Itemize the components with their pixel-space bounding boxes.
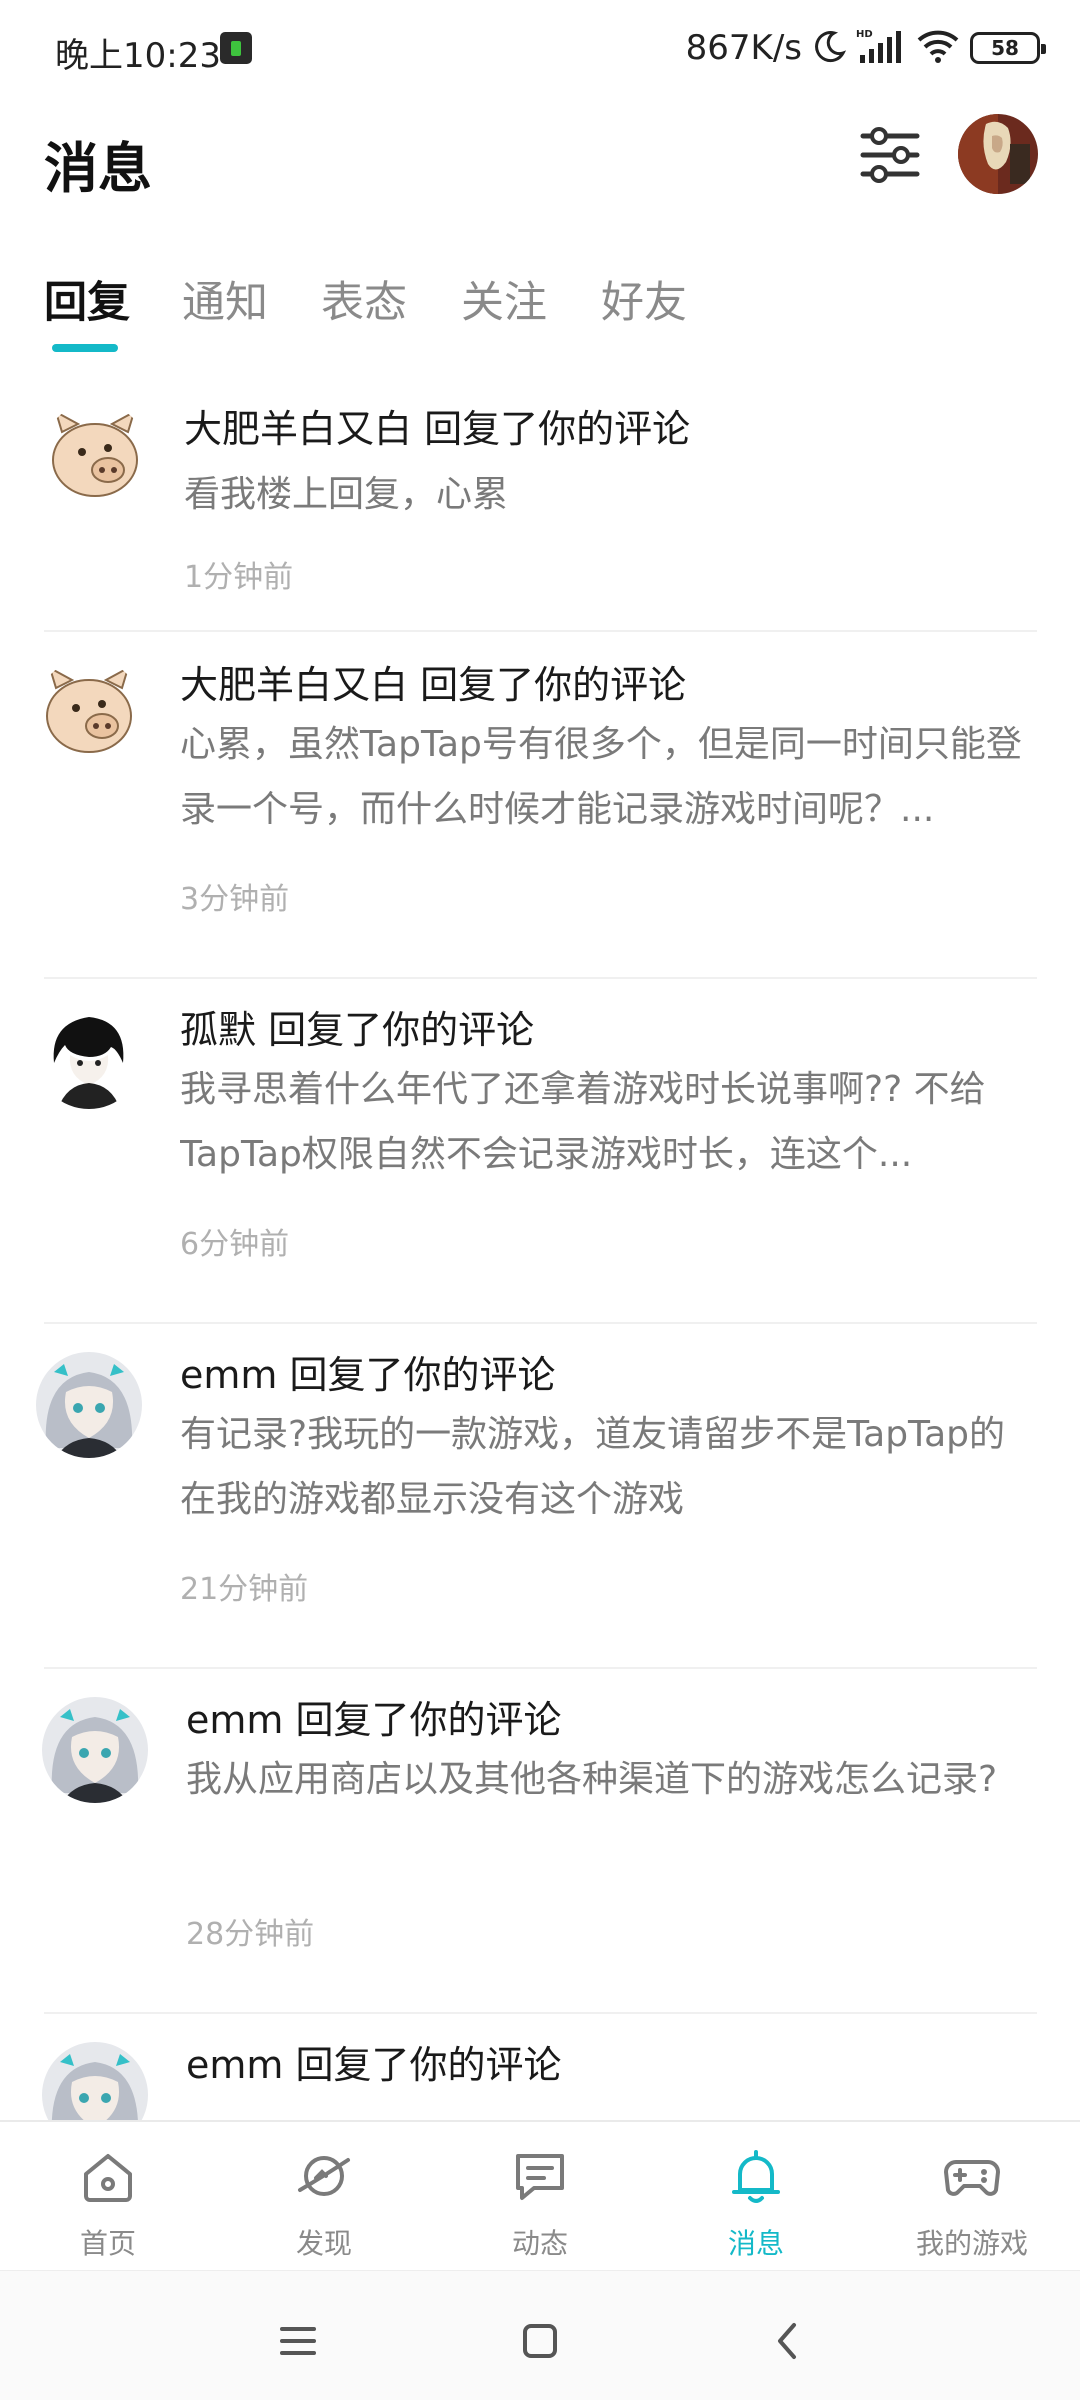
sliders-icon[interactable] — [855, 120, 925, 190]
list-item[interactable]: emm 回复了你的评论 有记录?我玩的一款游戏，道友请留步不是TapTap的在我… — [0, 1322, 1080, 1669]
nav-messages-label: 消息 — [727, 2227, 784, 2260]
list-item[interactable]: 孤默 回复了你的评论 我寻思着什么年代了还拿着游戏时长说事啊?? 不给TapTa… — [0, 977, 1080, 1324]
message-time: 1分钟前 — [184, 560, 294, 595]
pig-avatar[interactable] — [42, 402, 148, 508]
list-item[interactable]: emm 回复了你的评论 我从应用商店以及其他各种渠道下的游戏怎么记录? 28分钟… — [0, 1667, 1080, 2014]
chat-card-icon — [516, 2154, 564, 2200]
message-body: 我从应用商店以及其他各种渠道下的游戏怎么记录? — [186, 1759, 998, 1800]
bottom-nav: 首页 发现 动态 消息 我的游戏 — [0, 2120, 1080, 2270]
home-square-icon[interactable] — [510, 2311, 570, 2371]
message-title: emm 回复了你的评论 — [186, 1698, 562, 1742]
anime-girl-avatar[interactable] — [42, 2042, 148, 2120]
pig-avatar[interactable] — [36, 658, 142, 764]
message-title: emm 回复了你的评论 — [186, 2043, 562, 2087]
home-icon — [84, 2154, 132, 2202]
message-body: 心累，虽然TapTap号有很多个，但是同一时间只能登录一个号，而什么时候才能记录… — [180, 724, 1022, 830]
nav-discover-label: 发现 — [295, 2227, 352, 2260]
svg-text:HD: HD — [856, 29, 873, 40]
status-bar: 晚上10:23 867K/s HD 58 — [0, 0, 1080, 100]
list-item[interactable]: emm 回复了你的评论 — [0, 2012, 1080, 2120]
status-time: 晚上10:23 — [55, 36, 221, 76]
planet-icon — [298, 2156, 350, 2196]
gamepad-icon — [944, 2160, 1000, 2196]
battery-icon: 58 — [970, 32, 1046, 64]
tab-bar: 回复 通知 表态 关注 好友 — [0, 260, 1080, 360]
list-item[interactable]: 大肥羊白又白 回复了你的评论 看我楼上回复，心累 1分钟前 — [0, 380, 1080, 632]
nav-home[interactable]: 首页 — [0, 2122, 216, 2272]
nav-feed[interactable]: 动态 — [432, 2122, 648, 2272]
wifi-icon — [916, 28, 960, 68]
user-avatar[interactable] — [958, 114, 1038, 194]
message-title: 大肥羊白又白 回复了你的评论 — [184, 407, 691, 451]
network-speed: 867K/s — [685, 28, 802, 68]
message-body: 看我楼上回复，心累 — [184, 474, 509, 515]
list-item[interactable]: 大肥羊白又白 回复了你的评论 心累，虽然TapTap号有很多个，但是同一时间只能… — [0, 632, 1080, 979]
status-right-group: 867K/s HD 58 — [685, 26, 1046, 70]
tab-reaction[interactable]: 表态 — [321, 268, 407, 330]
message-time: 28分钟前 — [186, 1917, 315, 1952]
anime-girl-avatar[interactable] — [42, 1697, 148, 1803]
signal-icon: HD — [856, 27, 906, 69]
tab-reply[interactable]: 回复 — [44, 268, 130, 330]
nav-discover[interactable]: 发现 — [216, 2122, 432, 2272]
notification-app-icon — [220, 32, 252, 64]
message-title: 大肥羊白又白 回复了你的评论 — [180, 663, 687, 707]
nav-my-games-label: 我的游戏 — [915, 2227, 1028, 2260]
anime-boy-avatar[interactable] — [36, 1003, 142, 1109]
message-body: 我寻思着什么年代了还拿着游戏时长说事啊?? 不给TapTap权限自然不会记录游戏… — [180, 1069, 986, 1175]
system-nav-bar — [0, 2270, 1080, 2400]
back-icon[interactable] — [758, 2311, 818, 2371]
message-list[interactable]: 大肥羊白又白 回复了你的评论 看我楼上回复，心累 1分钟前 大肥羊白又白 回复了… — [0, 380, 1080, 2120]
tab-notice[interactable]: 通知 — [182, 268, 268, 330]
tab-friends[interactable]: 好友 — [601, 268, 687, 330]
menu-icon[interactable] — [268, 2311, 328, 2371]
nav-messages[interactable]: 消息 — [648, 2122, 864, 2272]
bell-icon — [732, 2150, 780, 2203]
tab-active-indicator — [52, 344, 118, 352]
message-time: 3分钟前 — [180, 882, 290, 917]
message-time: 6分钟前 — [180, 1227, 290, 1262]
anime-girl-avatar[interactable] — [36, 1352, 142, 1458]
message-body: 有记录?我玩的一款游戏，道友请留步不是TapTap的在我的游戏都显示没有这个游戏 — [180, 1414, 1005, 1520]
moon-icon — [812, 29, 847, 67]
message-title: 孤默 回复了你的评论 — [180, 1008, 535, 1052]
page-title: 消息 — [44, 137, 152, 200]
nav-home-label: 首页 — [79, 2227, 136, 2260]
header: 消息 — [0, 110, 1080, 210]
message-time: 21分钟前 — [180, 1572, 309, 1607]
message-title: emm 回复了你的评论 — [180, 1353, 556, 1397]
tab-follow[interactable]: 关注 — [461, 268, 547, 330]
nav-feed-label: 动态 — [511, 2227, 568, 2260]
nav-my-games[interactable]: 我的游戏 — [864, 2122, 1080, 2272]
